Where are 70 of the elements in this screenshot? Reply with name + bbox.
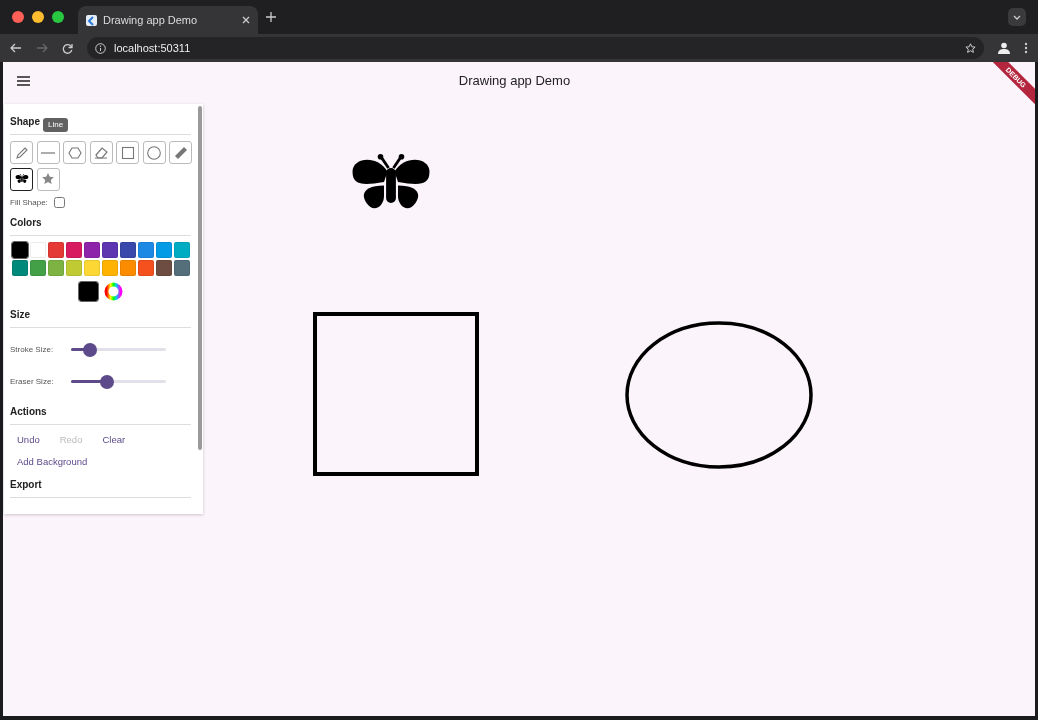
color-swatch[interactable] bbox=[156, 241, 172, 258]
polygon-tool-button[interactable] bbox=[63, 141, 86, 164]
eraser-tool-button[interactable] bbox=[89, 141, 113, 164]
color-swatch[interactable] bbox=[138, 259, 154, 276]
section-heading: Size bbox=[10, 306, 191, 328]
action-button[interactable]: Add Background bbox=[13, 452, 92, 471]
section-heading: Colors bbox=[10, 214, 191, 236]
scrollbar[interactable] bbox=[198, 106, 202, 450]
section-heading: Export bbox=[10, 477, 191, 498]
ruler-tool-button[interactable] bbox=[169, 141, 192, 164]
line-icon bbox=[41, 151, 55, 154]
color-swatch[interactable] bbox=[138, 241, 154, 258]
fill-shape-checkbox[interactable] bbox=[53, 197, 65, 208]
color-swatch[interactable] bbox=[174, 259, 190, 276]
slider[interactable] bbox=[71, 374, 166, 389]
pencil-tool-button[interactable] bbox=[10, 141, 33, 164]
window-control-icon[interactable] bbox=[32, 11, 44, 23]
color-swatch[interactable] bbox=[66, 259, 82, 276]
color-swatch[interactable] bbox=[84, 241, 100, 258]
close-icon[interactable] bbox=[242, 16, 250, 24]
color-swatch[interactable] bbox=[30, 259, 46, 276]
color-swatch[interactable] bbox=[48, 259, 64, 276]
address-bar[interactable]: localhost:50311 bbox=[87, 37, 984, 59]
color-swatch[interactable] bbox=[66, 241, 82, 258]
action-button[interactable]: Undo bbox=[13, 430, 44, 449]
color-wheel-icon[interactable] bbox=[103, 281, 123, 301]
slider-thumb[interactable] bbox=[83, 342, 97, 357]
info-icon[interactable] bbox=[95, 42, 106, 54]
tab-search-icon[interactable] bbox=[1008, 8, 1026, 26]
profile-icon[interactable] bbox=[998, 42, 1010, 54]
star-tool-button[interactable] bbox=[36, 167, 60, 191]
tooltip: Line bbox=[43, 118, 69, 132]
action-button[interactable]: Clear bbox=[98, 430, 130, 449]
color-swatch[interactable] bbox=[120, 259, 136, 276]
color-swatch[interactable] bbox=[30, 241, 46, 258]
color-swatch[interactable] bbox=[120, 241, 136, 258]
window-control-icon[interactable] bbox=[12, 11, 24, 23]
color-swatch[interactable] bbox=[12, 259, 28, 276]
color-swatch[interactable] bbox=[174, 241, 190, 258]
square-icon bbox=[119, 144, 136, 161]
section-heading: Actions bbox=[10, 403, 191, 425]
star-icon bbox=[40, 171, 56, 187]
color-swatch[interactable] bbox=[48, 241, 64, 258]
more-icon[interactable] bbox=[1024, 42, 1028, 54]
circle-tool-button[interactable] bbox=[142, 141, 166, 164]
section-heading: Shape bbox=[10, 116, 40, 127]
back-icon[interactable] bbox=[10, 43, 22, 53]
browser-tab[interactable]: Drawing app Demo bbox=[78, 6, 258, 34]
color-swatch[interactable] bbox=[12, 241, 28, 258]
fill-shape-label: Fill Shape: bbox=[10, 196, 48, 209]
current-color-swatch[interactable] bbox=[78, 281, 98, 301]
polygon-icon bbox=[66, 144, 83, 161]
circle-icon bbox=[146, 144, 162, 161]
eraser-size-label: Eraser Size: bbox=[10, 375, 55, 388]
bookmark-star-icon[interactable] bbox=[965, 42, 976, 54]
stroke-size-label: Stroke Size: bbox=[10, 343, 55, 356]
new-tab-icon[interactable] bbox=[266, 12, 276, 22]
slider[interactable] bbox=[71, 342, 166, 357]
app-title: Drawing app Demo bbox=[457, 72, 572, 91]
menu-icon[interactable] bbox=[17, 76, 30, 86]
window-control-icon[interactable] bbox=[52, 11, 64, 23]
square-tool-button[interactable] bbox=[116, 141, 139, 164]
butterfly-tool-button[interactable] bbox=[10, 167, 33, 191]
favicon-icon bbox=[86, 14, 97, 26]
slider-thumb[interactable] bbox=[100, 374, 115, 389]
color-swatch[interactable] bbox=[102, 241, 118, 258]
reload-icon[interactable] bbox=[62, 42, 73, 54]
color-swatch[interactable] bbox=[84, 259, 100, 276]
color-swatch[interactable] bbox=[102, 259, 118, 276]
color-swatch[interactable] bbox=[156, 259, 172, 276]
